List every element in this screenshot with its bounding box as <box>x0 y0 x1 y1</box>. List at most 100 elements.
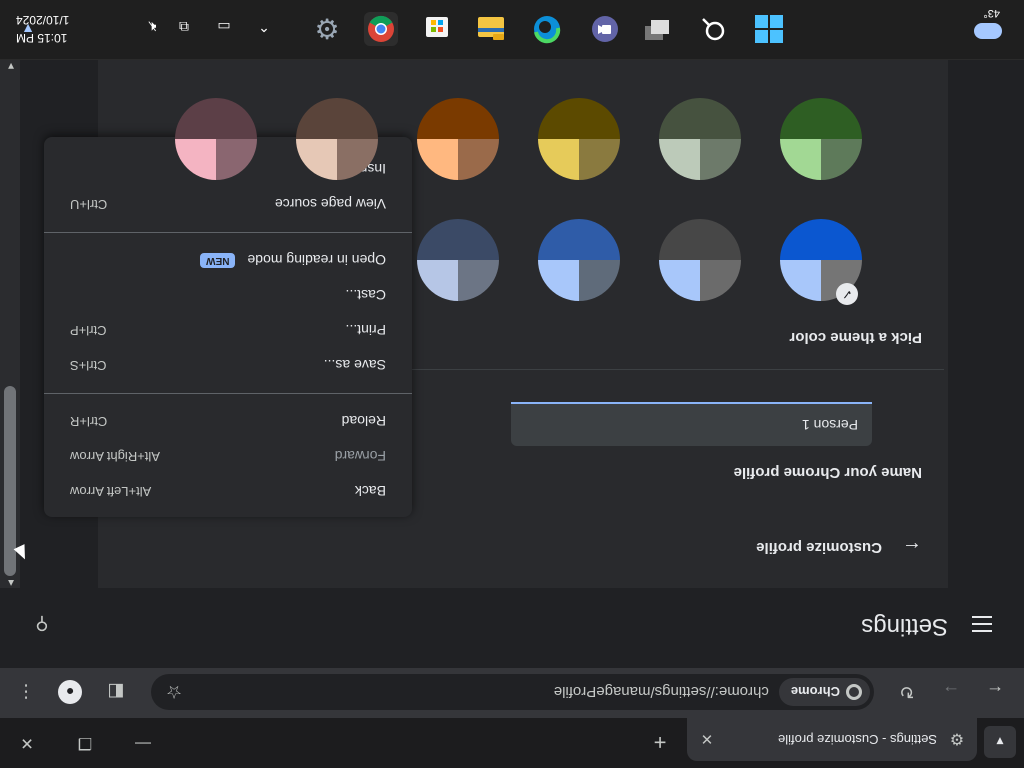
taskbar-teams[interactable] <box>588 12 622 46</box>
back-arrow-icon[interactable]: ← <box>900 536 924 560</box>
menu-item-save-as[interactable]: Save as... Ctrl+S <box>44 348 412 383</box>
window-titlebar: ▾ ⚙ Settings - Customize profile ✕ + — ❐… <box>0 718 1024 768</box>
profile-name-input[interactable]: Person 1 <box>511 402 872 446</box>
checkmark-icon: ✓ <box>836 283 858 305</box>
chevron-up-icon: ⌃ <box>258 19 270 36</box>
teams-icon <box>592 16 618 42</box>
settings-header: Settings ⚲ <box>0 587 1024 660</box>
theme-swatch[interactable] <box>659 219 741 301</box>
folder-icon <box>478 17 504 40</box>
cloud-icon <box>974 23 1002 39</box>
theme-swatch[interactable] <box>659 98 741 180</box>
taskbar-chrome[interactable] <box>364 12 398 46</box>
taskbar: 43° ⚙ ⌃ ▭ ⧉ 🔇︎ 10:15 PM 1/10/2024 ▼ <box>0 0 1024 60</box>
theme-swatch[interactable] <box>296 98 378 180</box>
tray-volume[interactable]: 🔇︎ <box>140 15 164 39</box>
edge-icon <box>534 16 561 44</box>
side-panel-icon: ◧ <box>107 682 125 703</box>
tab-search-button[interactable]: ▾ <box>984 726 1016 758</box>
left-gutter <box>948 60 1024 588</box>
windows-logo-icon <box>755 15 783 43</box>
start-button[interactable] <box>752 12 786 46</box>
reload-icon: ↻ <box>899 682 915 703</box>
taskbar-task-view[interactable] <box>640 12 674 46</box>
context-menu: Back Alt+Left Arrow Forward Alt+Right Ar… <box>44 137 412 517</box>
arrow-right-icon: → <box>942 682 960 703</box>
back-button[interactable]: ← <box>980 677 1010 707</box>
camera-off-icon: ▭ <box>217 19 231 36</box>
weather-widget[interactable]: 43° <box>972 7 1006 43</box>
task-view-icon <box>645 20 669 40</box>
notification-icon: ▼ <box>21 21 35 37</box>
menu-item-cast[interactable]: Cast... <box>44 278 412 313</box>
taskbar-search[interactable] <box>696 12 730 46</box>
omnibox[interactable]: Chrome chrome://settings/manageProfile ☆ <box>151 674 874 710</box>
subpage-title: Customize profile <box>756 539 882 557</box>
theme-swatch[interactable] <box>175 98 257 180</box>
tray-notifications[interactable]: ▼ <box>16 17 40 41</box>
chrome-menu-button[interactable]: ⋮ <box>12 678 40 706</box>
new-badge: NEW <box>200 253 236 268</box>
forward-button[interactable]: → <box>936 677 966 707</box>
close-window-button[interactable]: ✕ <box>4 730 50 756</box>
menu-item-reload[interactable]: Reload Ctrl+R <box>44 404 412 439</box>
taskbar-store[interactable] <box>420 12 454 46</box>
menu-separator <box>44 232 412 233</box>
network-icon: ⧉ <box>179 19 189 36</box>
minimize-button[interactable]: — <box>120 730 166 756</box>
tray-meet-now[interactable]: ▭ <box>212 15 236 39</box>
gear-icon: ⚙ <box>314 13 340 45</box>
subpage-header: ← Customize profile <box>756 533 924 563</box>
taskbar-edge[interactable] <box>530 12 564 46</box>
menu-item-view-source[interactable]: View page source Ctrl+U <box>44 187 412 222</box>
menu-separator <box>44 393 412 394</box>
chrome-icon <box>846 684 862 700</box>
menu-item-forward[interactable]: Forward Alt+Right Arrow <box>44 439 412 474</box>
scroll-up-icon[interactable]: ▲ <box>6 577 16 588</box>
menu-item-print[interactable]: Print... Ctrl+P <box>44 313 412 348</box>
tab-settings[interactable]: ⚙ Settings - Customize profile ✕ <box>687 718 977 761</box>
page-title: Settings <box>861 613 948 640</box>
new-tab-button[interactable]: + <box>646 728 674 756</box>
browser-toolbar: ← → ↻ Chrome chrome://settings/managePro… <box>0 668 1024 718</box>
bookmark-star-icon[interactable]: ☆ <box>161 679 187 705</box>
store-icon <box>426 17 448 37</box>
tray-network[interactable]: ⧉ <box>172 15 196 39</box>
reload-button[interactable]: ↻ <box>892 677 922 707</box>
main-menu-button[interactable] <box>970 612 994 636</box>
tab-close-button[interactable]: ✕ <box>697 730 717 750</box>
side-panel-button[interactable]: ◧ <box>102 678 130 706</box>
speaker-muted-icon: 🔇︎ <box>147 19 157 36</box>
more-vertical-icon: ⋮ <box>17 682 35 703</box>
search-icon <box>702 18 725 41</box>
tray-overflow-button[interactable]: ⌃ <box>252 15 276 39</box>
chevron-down-icon: ▾ <box>996 734 1004 751</box>
taskbar-file-explorer[interactable] <box>474 12 508 46</box>
address-text[interactable]: chrome://settings/manageProfile <box>554 684 769 701</box>
menu-item-back[interactable]: Back Alt+Left Arrow <box>44 474 412 509</box>
menu-item-reading-mode[interactable]: Open in reading mode NEW <box>44 243 412 278</box>
restore-button[interactable]: ❐ <box>62 730 108 756</box>
name-section-label: Name your Chrome profile <box>733 464 922 481</box>
theme-swatch[interactable] <box>538 219 620 301</box>
site-info-chip[interactable]: Chrome <box>778 678 870 706</box>
theme-swatch[interactable] <box>780 98 862 180</box>
search-icon: ⚲ <box>35 614 49 635</box>
avatar-icon: ● <box>65 684 75 700</box>
theme-swatch[interactable] <box>538 98 620 180</box>
weather-temp: 43° <box>983 7 1000 19</box>
profile-avatar-button[interactable]: ● <box>58 680 82 704</box>
page-scrollbar[interactable]: ▲ ▼ <box>0 60 20 588</box>
theme-section-label: Pick a theme color <box>789 329 922 346</box>
scroll-down-icon[interactable]: ▼ <box>6 60 16 71</box>
screen-rotated: ▾ ⚙ Settings - Customize profile ✕ + — ❐… <box>0 0 1024 768</box>
chrome-icon <box>368 15 394 42</box>
search-settings-button[interactable]: ⚲ <box>28 610 56 638</box>
arrow-left-icon: ← <box>986 682 1004 703</box>
tab-title: Settings - Customize profile <box>778 732 937 747</box>
gear-icon: ⚙ <box>949 730 965 748</box>
taskbar-settings[interactable]: ⚙ <box>310 12 344 46</box>
chip-label: Chrome <box>790 684 840 700</box>
theme-swatch[interactable] <box>417 98 499 180</box>
theme-swatch[interactable] <box>417 219 499 301</box>
